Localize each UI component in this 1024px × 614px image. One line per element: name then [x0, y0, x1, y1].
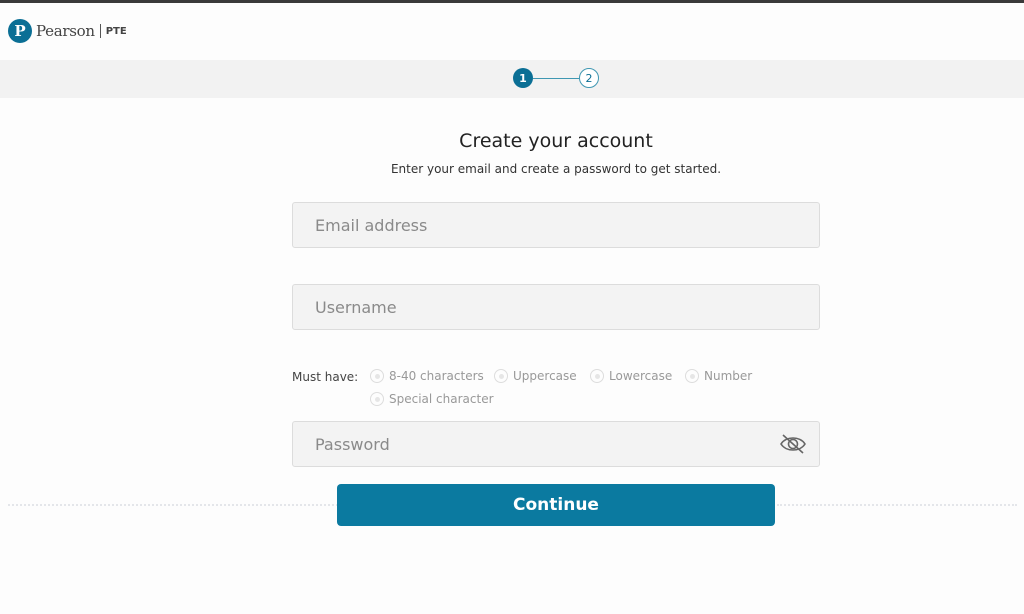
step-connector [533, 77, 579, 79]
requirement-number: Number [685, 369, 752, 383]
email-input[interactable] [315, 203, 819, 247]
password-input[interactable] [315, 422, 819, 466]
email-field[interactable] [292, 202, 820, 248]
unmet-check-icon [370, 392, 384, 406]
page-subtitle: Enter your email and create a password t… [390, 162, 722, 176]
divider-left [8, 504, 338, 506]
page-title: Create your account [459, 130, 653, 152]
step-2-indicator: 2 [579, 68, 599, 88]
unmet-check-icon [590, 369, 604, 383]
requirement-lowercase: Lowercase [590, 369, 672, 383]
username-field[interactable] [292, 284, 820, 330]
requirement-length: 8-40 characters [370, 369, 484, 383]
pearson-logo-icon: P [8, 19, 32, 43]
requirement-label: 8-40 characters [389, 369, 484, 383]
progress-stepper: 1 2 [513, 67, 599, 89]
product-name: PTE [105, 25, 127, 37]
requirement-special: Special character [370, 392, 494, 406]
password-field[interactable] [292, 421, 820, 467]
stepper-band [0, 60, 1024, 98]
header: P Pearson PTE [0, 3, 1024, 59]
requirements-label: Must have: [292, 370, 359, 384]
brand-name: Pearson [36, 22, 95, 40]
requirement-label: Uppercase [513, 369, 577, 383]
unmet-check-icon [370, 369, 384, 383]
continue-button[interactable]: Continue [337, 484, 775, 526]
divider-right [777, 504, 1017, 506]
unmet-check-icon [494, 369, 508, 383]
username-input[interactable] [315, 285, 819, 329]
requirement-label: Special character [389, 392, 494, 406]
requirement-uppercase: Uppercase [494, 369, 577, 383]
requirement-label: Number [704, 369, 753, 383]
step-1-indicator: 1 [513, 68, 533, 88]
logo-divider [99, 24, 101, 38]
eye-slash-icon[interactable] [779, 433, 807, 455]
unmet-check-icon [685, 369, 699, 383]
requirement-label: Lowercase [609, 369, 673, 383]
